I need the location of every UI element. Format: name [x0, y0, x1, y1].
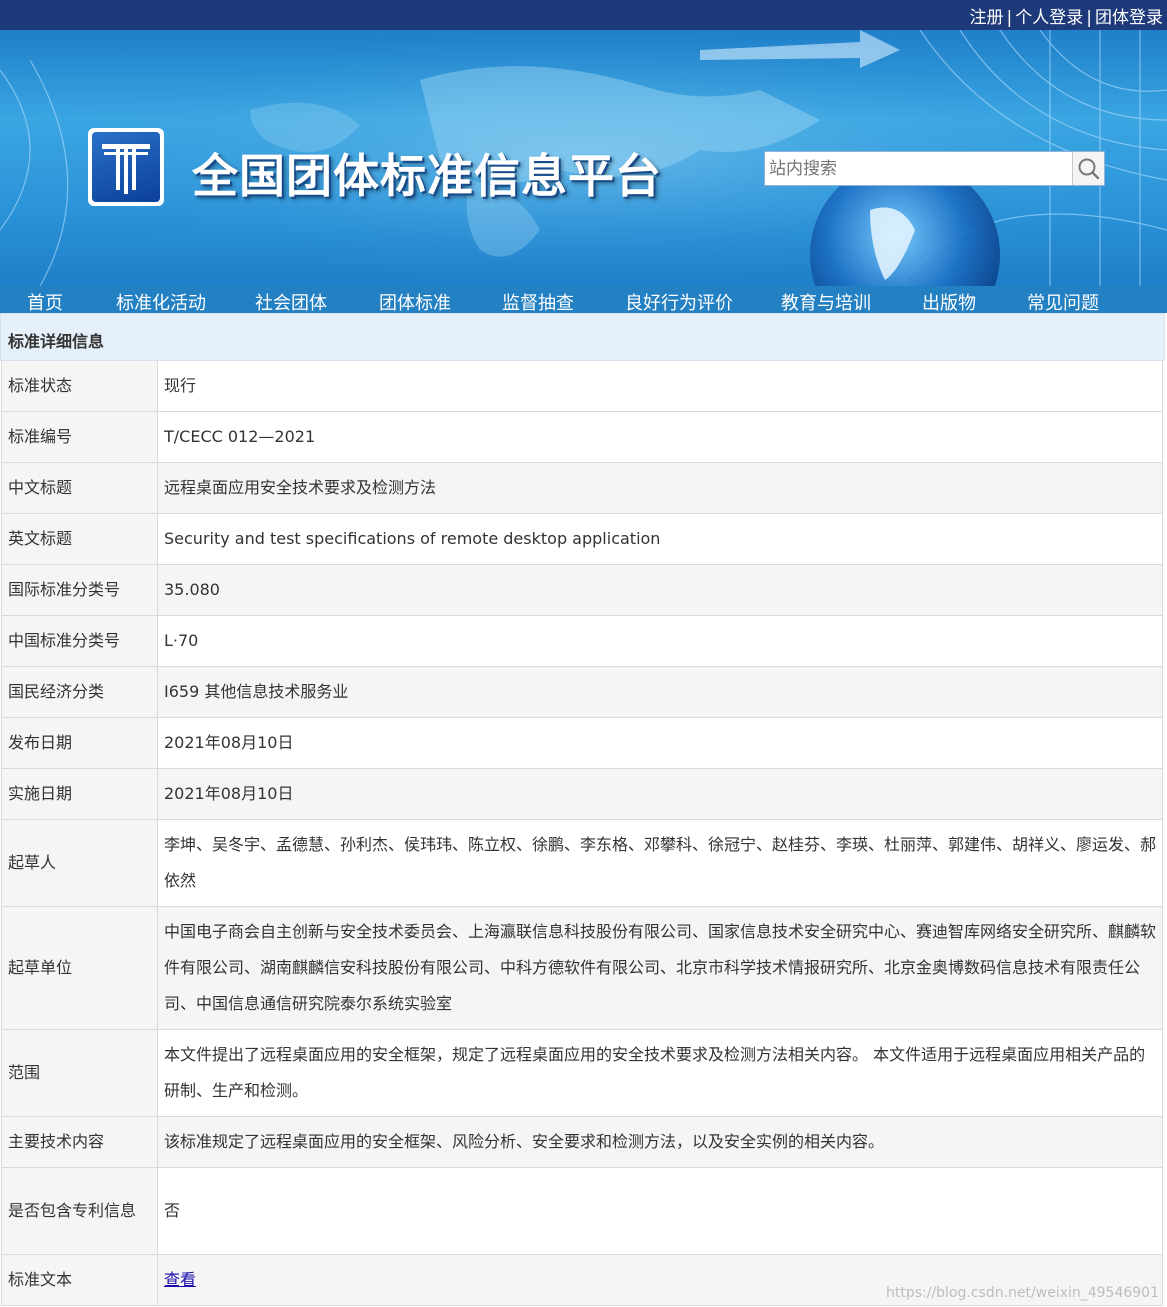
table-row: 范围 本文件提出了远程桌面应用的安全框架，规定了远程桌面应用的安全技术要求及检测…	[1, 1030, 1163, 1117]
row-label: 国际标准分类号	[1, 565, 158, 615]
row-label: 标准文本	[1, 1255, 158, 1305]
row-value: 2021年08月10日	[158, 718, 1163, 768]
row-label: 是否包含专利信息	[1, 1168, 158, 1254]
table-row: 起草单位 中国电子商会自主创新与安全技术委员会、上海瀛联信息科技股份有限公司、国…	[1, 907, 1163, 1030]
view-text-link[interactable]: 查看	[164, 1262, 196, 1298]
row-value: 远程桌面应用安全技术要求及检测方法	[158, 463, 1163, 513]
row-value: L·70	[158, 616, 1163, 666]
nav-item-education[interactable]: 教育与培训	[781, 289, 871, 315]
top-bar: 注册 | 个人登录 | 团体登录	[0, 0, 1167, 30]
row-value: I659 其他信息技术服务业	[158, 667, 1163, 717]
account-links: 注册 | 个人登录 | 团体登录	[970, 3, 1163, 28]
row-value: 李坤、吴冬宇、孟德慧、孙利杰、侯玮玮、陈立权、徐鹏、李东格、邓攀科、徐冠宁、赵桂…	[158, 820, 1163, 906]
separator: |	[1006, 8, 1013, 28]
nav-item-group-standards[interactable]: 团体标准	[379, 289, 451, 315]
row-label: 标准状态	[1, 361, 158, 411]
row-label: 中国标准分类号	[1, 616, 158, 666]
panel-header: 标准详细信息	[0, 313, 1165, 361]
nav-item-standardization[interactable]: 标准化活动	[116, 289, 206, 315]
group-login-link[interactable]: 团体登录	[1095, 8, 1163, 28]
row-label: 主要技术内容	[1, 1117, 158, 1167]
header-banner: 全国团体标准信息平台	[0, 30, 1167, 286]
main-nav: 首页 标准化活动 社会团体 团体标准 监督抽查 良好行为评价 教育与培训 出版物…	[0, 286, 1167, 315]
row-value: 本文件提出了远程桌面应用的安全框架，规定了远程桌面应用的安全技术要求及检测方法相…	[158, 1030, 1163, 1116]
table-row: 标准状态 现行	[1, 361, 1163, 412]
watermark: https://blog.csdn.net/weixin_49546901	[885, 1285, 1159, 1301]
row-label: 中文标题	[1, 463, 158, 513]
personal-login-link[interactable]: 个人登录	[1015, 8, 1083, 28]
nav-item-inspection[interactable]: 监督抽查	[502, 289, 574, 315]
table-row: 实施日期 2021年08月10日	[1, 769, 1163, 820]
details-table: 标准状态 现行 标准编号 T/CECC 012—2021 中文标题 远程桌面应用…	[1, 361, 1163, 1306]
row-value: Security and test specifications of remo…	[158, 514, 1163, 564]
nav-item-publications[interactable]: 出版物	[922, 289, 976, 315]
row-label: 范围	[1, 1030, 158, 1116]
row-label: 标准编号	[1, 412, 158, 462]
row-label: 起草单位	[1, 907, 158, 1029]
row-value: 该标准规定了远程桌面应用的安全框架、风险分析、安全要求和检测方法，以及安全实例的…	[158, 1117, 1163, 1167]
row-value: T/CECC 012—2021	[158, 412, 1163, 462]
platform-logo[interactable]	[88, 128, 164, 206]
table-row: 标准编号 T/CECC 012—2021	[1, 412, 1163, 463]
register-link[interactable]: 注册	[970, 8, 1004, 28]
row-label: 英文标题	[1, 514, 158, 564]
row-value: 否	[158, 1168, 1163, 1254]
row-label: 实施日期	[1, 769, 158, 819]
separator: |	[1086, 8, 1092, 28]
search-icon	[1078, 158, 1100, 180]
row-value: 35.080	[158, 565, 1163, 615]
nav-item-home[interactable]: 首页	[27, 289, 63, 315]
row-value: 中国电子商会自主创新与安全技术委员会、上海瀛联信息科技股份有限公司、国家信息技术…	[158, 907, 1163, 1029]
table-row: 国民经济分类 I659 其他信息技术服务业	[1, 667, 1163, 718]
platform-logo-icon	[92, 132, 160, 202]
table-row: 起草人 李坤、吴冬宇、孟德慧、孙利杰、侯玮玮、陈立权、徐鹏、李东格、邓攀科、徐冠…	[1, 820, 1163, 907]
nav-item-faq[interactable]: 常见问题	[1027, 289, 1099, 315]
table-row: 主要技术内容 该标准规定了远程桌面应用的安全框架、风险分析、安全要求和检测方法，…	[1, 1117, 1163, 1168]
site-title: 全国团体标准信息平台	[192, 149, 662, 203]
row-label: 发布日期	[1, 718, 158, 768]
table-row: 英文标题 Security and test specifications of…	[1, 514, 1163, 565]
nav-item-good-conduct[interactable]: 良好行为评价	[625, 289, 733, 315]
table-row: 国际标准分类号 35.080	[1, 565, 1163, 616]
row-value: 2021年08月10日	[158, 769, 1163, 819]
row-label: 国民经济分类	[1, 667, 158, 717]
table-row: 是否包含专利信息 否	[1, 1168, 1163, 1255]
search-button[interactable]	[1072, 152, 1104, 185]
nav-item-social-groups[interactable]: 社会团体	[255, 289, 327, 315]
panel-title: 标准详细信息	[8, 332, 105, 351]
row-value: 现行	[158, 361, 1163, 411]
table-row: 中国标准分类号 L·70	[1, 616, 1163, 667]
row-label: 起草人	[1, 820, 158, 906]
table-row: 发布日期 2021年08月10日	[1, 718, 1163, 769]
site-search	[764, 151, 1105, 186]
table-row: 中文标题 远程桌面应用安全技术要求及检测方法	[1, 463, 1163, 514]
search-input[interactable]	[765, 152, 1073, 185]
